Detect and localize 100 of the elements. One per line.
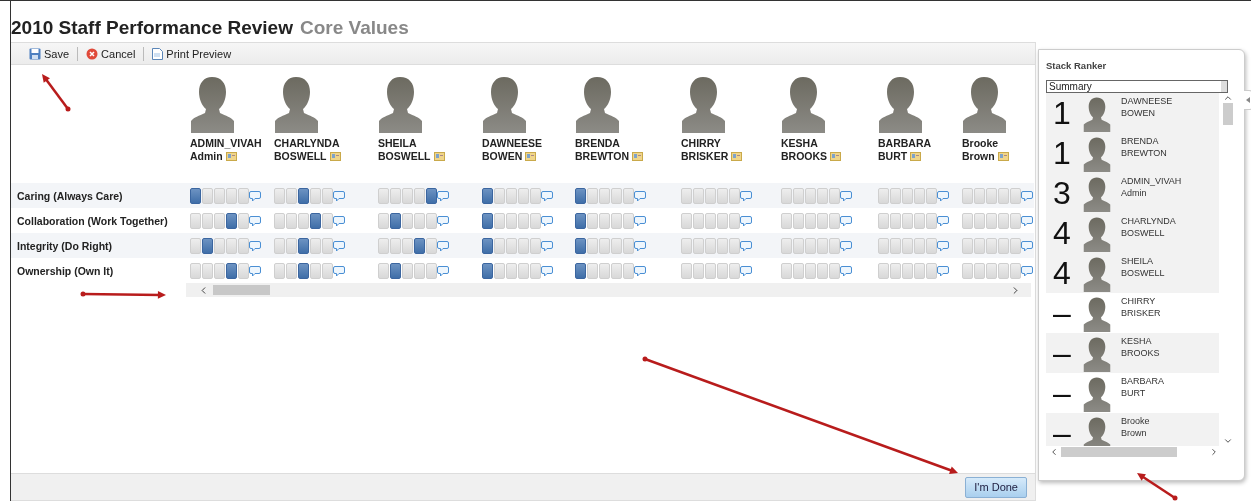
comment-icon[interactable] [541,239,553,252]
comment-icon[interactable] [840,239,852,252]
scroll-up-icon[interactable] [1223,93,1233,103]
rating-segment[interactable] [482,237,493,254]
rating-scale[interactable] [482,187,541,204]
rating-scale[interactable] [274,187,333,204]
contact-card-icon[interactable] [731,152,743,161]
comment-icon[interactable] [541,214,553,227]
comment-icon[interactable] [249,214,261,227]
rating-scale[interactable] [575,237,634,254]
scroll-right-icon[interactable] [1209,447,1219,457]
rating-segment[interactable] [190,187,201,204]
comment-icon[interactable] [1021,189,1033,202]
comment-icon[interactable] [937,214,949,227]
rating-segment[interactable] [575,262,586,279]
scrollbar-thumb[interactable] [1223,103,1233,125]
comment-icon[interactable] [437,189,449,202]
contact-card-icon[interactable] [525,152,537,161]
comment-icon[interactable] [840,264,852,277]
scroll-left-icon[interactable] [1049,447,1059,457]
cancel-button[interactable]: Cancel [84,47,138,60]
rating-segment[interactable] [390,262,401,279]
contact-card-icon[interactable] [632,152,644,161]
done-button[interactable]: I'm Done [965,476,1027,498]
comment-icon[interactable] [840,214,852,227]
comment-icon[interactable] [937,264,949,277]
rating-scale[interactable] [190,212,249,229]
rating-scale[interactable] [482,237,541,254]
rating-segment[interactable] [298,262,309,279]
rating-scale[interactable] [378,212,437,229]
contact-card-icon[interactable] [433,152,445,161]
contact-card-icon[interactable] [830,152,842,161]
rating-scale[interactable] [190,237,249,254]
comment-icon[interactable] [937,239,949,252]
rating-segment[interactable] [310,212,321,229]
view-select[interactable]: Summary [1046,80,1228,93]
comment-icon[interactable] [1021,239,1033,252]
rating-segment[interactable] [575,212,586,229]
comment-icon[interactable] [249,264,261,277]
comment-icon[interactable] [840,189,852,202]
rating-segment[interactable] [226,262,237,279]
scroll-down-icon[interactable] [1223,436,1233,446]
vertical-scrollbar[interactable] [1221,93,1235,446]
rating-scale[interactable] [482,262,541,279]
rating-segment[interactable] [482,187,493,204]
horizontal-scrollbar[interactable] [186,283,1031,297]
contact-card-icon[interactable] [997,152,1009,161]
rating-segment[interactable] [298,237,309,254]
comment-icon[interactable] [333,239,345,252]
rating-scale[interactable] [274,262,333,279]
comment-icon[interactable] [437,264,449,277]
rating-segment[interactable] [226,212,237,229]
comment-icon[interactable] [740,264,752,277]
comment-icon[interactable] [740,189,752,202]
rating-scale[interactable] [575,262,634,279]
save-button[interactable]: Save [27,47,72,60]
contact-card-icon[interactable] [329,152,341,161]
rating-segment[interactable] [482,262,493,279]
comment-icon[interactable] [333,189,345,202]
rating-segment[interactable] [482,212,493,229]
rating-scale[interactable] [378,237,437,254]
rating-scale[interactable] [190,187,249,204]
rating-scale[interactable] [190,262,249,279]
comment-icon[interactable] [437,214,449,227]
comment-icon[interactable] [541,189,553,202]
print-button[interactable]: Print Preview [150,47,234,60]
rating-segment[interactable] [202,237,213,254]
rating-segment[interactable] [575,187,586,204]
rating-scale[interactable] [482,212,541,229]
comment-icon[interactable] [634,189,646,202]
comment-icon[interactable] [634,239,646,252]
contact-card-icon[interactable] [910,152,922,161]
rating-segment[interactable] [390,212,401,229]
comment-icon[interactable] [249,189,261,202]
rating-scale[interactable] [378,262,437,279]
comment-icon[interactable] [740,214,752,227]
rating-scale[interactable] [378,187,437,204]
rating-segment[interactable] [298,187,309,204]
comment-icon[interactable] [740,239,752,252]
comment-icon[interactable] [333,264,345,277]
comment-icon[interactable] [1021,264,1033,277]
comment-icon[interactable] [634,214,646,227]
collapse-tab[interactable] [1244,90,1251,110]
rating-scale[interactable] [575,187,634,204]
rating-scale[interactable] [575,212,634,229]
rating-segment[interactable] [575,237,586,254]
comment-icon[interactable] [1021,214,1033,227]
rating-segment[interactable] [414,237,425,254]
rating-segment[interactable] [426,187,437,204]
comment-icon[interactable] [437,239,449,252]
comment-icon[interactable] [333,214,345,227]
scrollbar-thumb[interactable] [1061,447,1177,457]
comment-icon[interactable] [541,264,553,277]
comment-icon[interactable] [634,264,646,277]
comment-icon[interactable] [249,239,261,252]
comment-icon[interactable] [937,189,949,202]
scrollbar-thumb[interactable] [213,285,270,295]
rating-scale[interactable] [274,237,333,254]
rating-scale[interactable] [274,212,333,229]
contact-card-icon[interactable] [225,152,237,161]
